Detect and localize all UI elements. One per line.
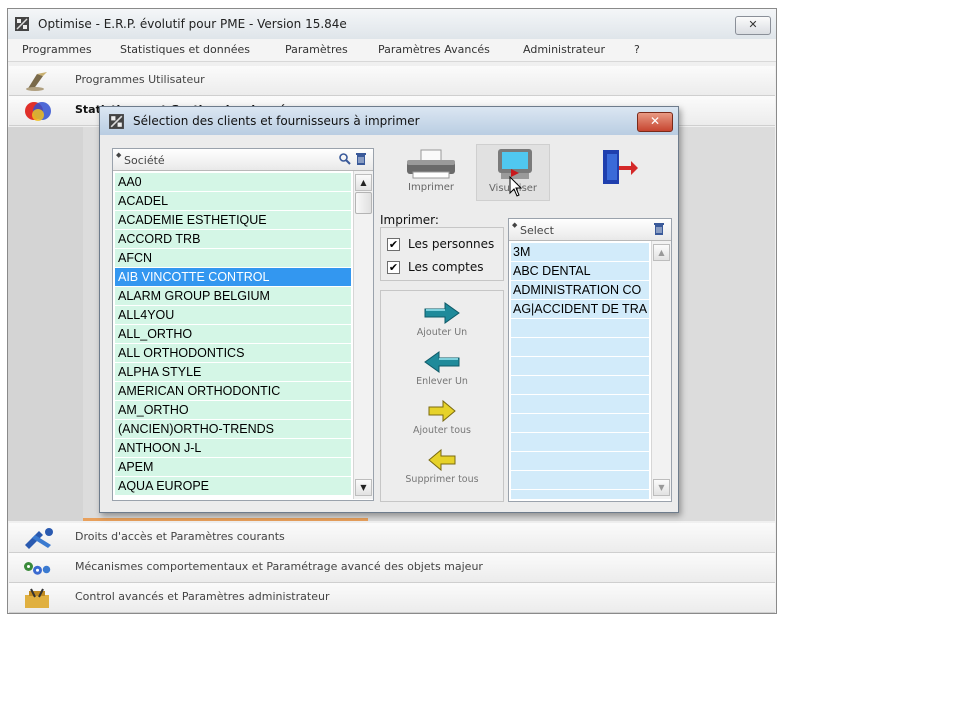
- company-row[interactable]: AQUA EUROPE: [115, 477, 351, 496]
- menu-programmes[interactable]: Programmes: [22, 43, 92, 56]
- section-programmes[interactable]: Programmes Utilisateur: [9, 66, 775, 96]
- company-list-header[interactable]: ◆ Société: [113, 149, 373, 171]
- menu-statistiques[interactable]: Statistiques et données: [120, 43, 250, 56]
- menu-parametres-avances[interactable]: Paramètres Avancés: [378, 43, 490, 56]
- remove-one-button[interactable]: Enlever Un: [381, 346, 503, 394]
- selected-list-header[interactable]: ◆ Select: [509, 219, 671, 241]
- company-row[interactable]: (ANCIEN)ORTHO-TRENDS: [115, 420, 351, 439]
- chart-circle-icon: [25, 102, 51, 121]
- mouse-cursor-icon: [509, 176, 523, 197]
- window-close-button[interactable]: ✕: [735, 16, 771, 35]
- section-control-label: Control avancés et Paramètres administra…: [75, 590, 330, 603]
- trash-icon[interactable]: [355, 152, 367, 166]
- sort-indicator-icon: ◆: [512, 221, 518, 229]
- printer-icon: [407, 149, 455, 179]
- orange-divider: [83, 518, 368, 521]
- trash-icon[interactable]: [653, 222, 665, 236]
- gears-icon: [24, 562, 51, 575]
- window-title: Optimise - E.R.P. évolutif pour PME - Ve…: [38, 17, 347, 31]
- selected-row[interactable]: 3M: [511, 243, 649, 262]
- accounts-checkbox-row[interactable]: ✔ Les comptes: [387, 259, 499, 277]
- pen-icon: [26, 72, 47, 91]
- menu-parametres[interactable]: Paramètres: [285, 43, 348, 56]
- sort-indicator-icon: ◆: [116, 151, 122, 159]
- company-row[interactable]: ACCORD TRB: [115, 230, 351, 249]
- accounts-label: Les comptes: [408, 260, 484, 274]
- menu-administrateur[interactable]: Administrateur: [523, 43, 605, 56]
- accounts-checkbox[interactable]: ✔: [387, 261, 400, 274]
- section-mecanismes-label: Mécanismes comportementaux et Paramétrag…: [75, 560, 483, 573]
- company-row[interactable]: ALPHA STYLE: [115, 363, 351, 382]
- print-options-title: Imprimer:: [380, 213, 439, 227]
- company-row[interactable]: AIB VINCOTTE CONTROL: [115, 268, 351, 287]
- company-row[interactable]: AA0: [115, 173, 351, 192]
- company-row[interactable]: ALARM GROUP BELGIUM: [115, 287, 351, 306]
- section-mecanismes[interactable]: Mécanismes comportementaux et Paramétrag…: [9, 553, 775, 583]
- title-bar: Optimise - E.R.P. évolutif pour PME - Ve…: [8, 9, 776, 39]
- section-droits-label: Droits d'accès et Paramètres courants: [75, 530, 285, 543]
- company-row[interactable]: ALL ORTHODONTICS: [115, 344, 351, 363]
- scroll-thumb[interactable]: [355, 192, 372, 214]
- selected-list-scrollbar[interactable]: ▲ ▼: [651, 241, 671, 499]
- add-one-label: Ajouter Un: [416, 327, 468, 338]
- arrow-left-icon: [424, 351, 460, 373]
- exit-door-icon: [603, 150, 638, 184]
- section-control[interactable]: Control avancés et Paramètres administra…: [9, 583, 775, 613]
- company-row[interactable]: ACADEMIE ESTHETIQUE: [115, 211, 351, 230]
- add-all-label: Ajouter tous: [413, 425, 471, 436]
- selected-row[interactable]: ADMINISTRATION CO: [511, 281, 649, 300]
- selected-row[interactable]: AG|ACCIDENT DE TRA: [511, 300, 649, 319]
- exit-button[interactable]: [585, 144, 657, 199]
- company-row[interactable]: ACADEL: [115, 192, 351, 211]
- company-rows: AA0 ACADEL ACADEMIE ESTHETIQUE ACCORD TRB AF…: [115, 173, 351, 499]
- scroll-up-button[interactable]: ▲: [355, 174, 372, 191]
- arrow-right-icon: [424, 302, 460, 324]
- company-list[interactable]: ◆ Société AA0 ACADEL ACADEMIE ESTHETIQUE AC…: [112, 148, 374, 501]
- selected-list[interactable]: ◆ Select 3M ABC DENTAL ADMINISTRATION CO AG…: [508, 218, 672, 502]
- selected-list-header-label: Select: [520, 224, 554, 237]
- section-droits[interactable]: Droits d'accès et Paramètres courants: [9, 523, 775, 553]
- persons-label: Les personnes: [408, 237, 495, 251]
- print-options-box: ✔ Les personnes ✔ Les comptes: [380, 227, 504, 281]
- menu-help[interactable]: ?: [634, 43, 640, 56]
- search-icon[interactable]: [338, 152, 352, 166]
- company-row[interactable]: ALL_ORTHO: [115, 325, 351, 344]
- app-icon: [15, 17, 29, 31]
- remove-all-button[interactable]: Supprimer tous: [381, 444, 503, 492]
- print-label: Imprimer: [408, 182, 454, 193]
- persons-checkbox-row[interactable]: ✔ Les personnes: [387, 236, 499, 254]
- menu-bar: Programmes Statistiques et données Param…: [8, 39, 776, 62]
- dialog-close-button[interactable]: ✕: [637, 112, 673, 132]
- dialog-title-bar: Sélection des clients et fournisseurs à …: [100, 107, 678, 135]
- scroll-down-button[interactable]: ▼: [355, 479, 372, 496]
- dialog-app-icon: [109, 114, 124, 129]
- remove-one-label: Enlever Un: [416, 376, 468, 387]
- company-row[interactable]: APEM: [115, 458, 351, 477]
- selection-dialog: Sélection des clients et fournisseurs à …: [99, 106, 679, 513]
- add-one-button[interactable]: Ajouter Un: [381, 297, 503, 345]
- admin-tools-icon: [25, 588, 49, 608]
- selected-row[interactable]: ABC DENTAL: [511, 262, 649, 281]
- selected-rows: 3M ABC DENTAL ADMINISTRATION CO AG|ACCIDENT…: [511, 243, 649, 499]
- arrow-left-all-icon: [428, 448, 456, 472]
- section-programmes-label: Programmes Utilisateur: [75, 73, 205, 86]
- scroll-up-button[interactable]: ▲: [653, 244, 670, 261]
- company-row[interactable]: AMERICAN ORTHODONTIC: [115, 382, 351, 401]
- persons-checkbox[interactable]: ✔: [387, 238, 400, 251]
- company-list-header-label: Société: [124, 154, 165, 167]
- print-button[interactable]: Imprimer: [395, 144, 467, 199]
- tools-icon: [25, 528, 53, 549]
- company-row[interactable]: AFCN: [115, 249, 351, 268]
- company-row[interactable]: AM_ORTHO: [115, 401, 351, 420]
- left-strip: [8, 127, 83, 521]
- scroll-down-button[interactable]: ▼: [653, 479, 670, 496]
- company-row[interactable]: ALL4YOU: [115, 306, 351, 325]
- company-list-scrollbar[interactable]: ▲ ▼: [353, 171, 373, 499]
- add-all-button[interactable]: Ajouter tous: [381, 395, 503, 443]
- arrow-right-all-icon: [428, 399, 456, 423]
- company-row[interactable]: ANTHOON J-L: [115, 439, 351, 458]
- remove-all-label: Supprimer tous: [405, 474, 479, 485]
- transfer-panel: Ajouter Un Enlever Un Ajouter tous Suppr…: [380, 290, 504, 502]
- dialog-title: Sélection des clients et fournisseurs à …: [133, 114, 420, 128]
